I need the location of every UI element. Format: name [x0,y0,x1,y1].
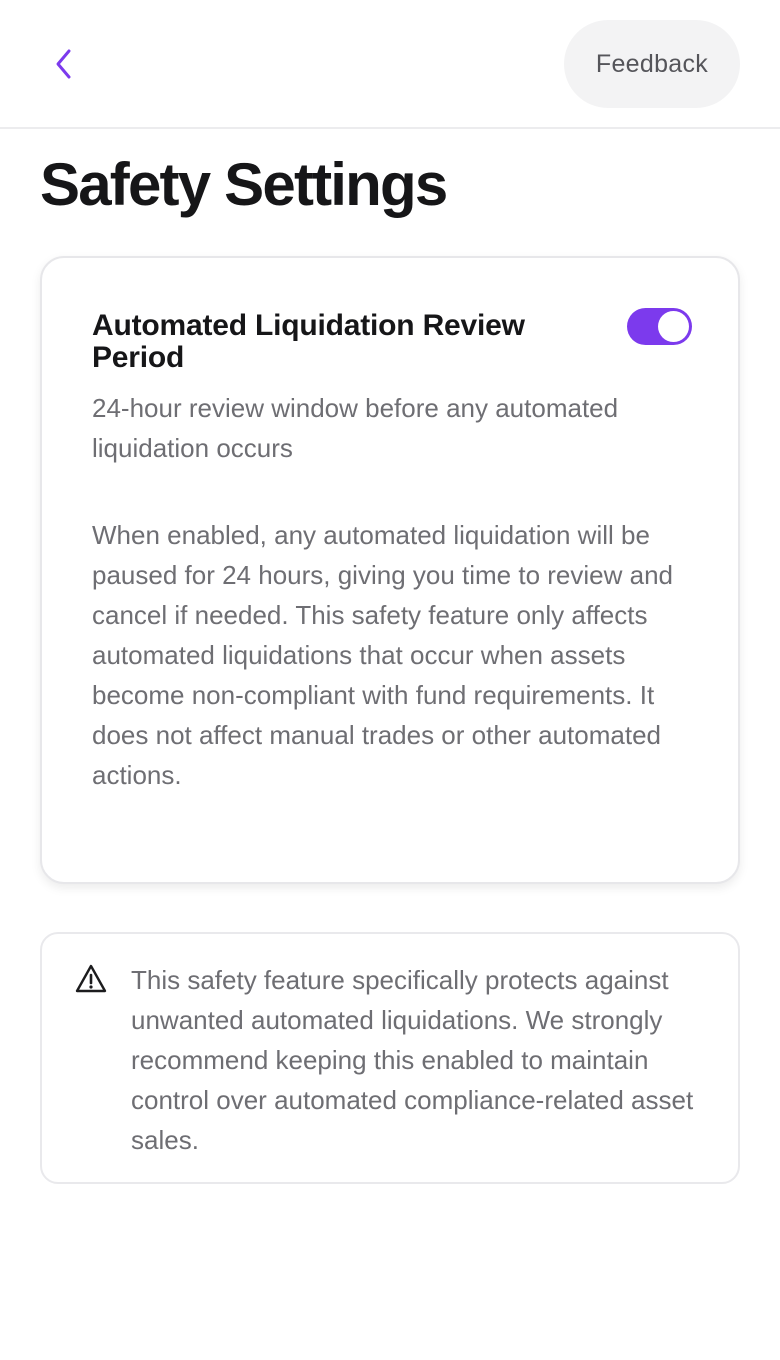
setting-description: When enabled, any automated liquidation … [92,520,674,790]
warning-triangle-icon [75,964,107,993]
top-bar: Feedback [0,0,780,129]
review-period-setting-card: Automated Liquidation Review Period 24-h… [40,256,740,884]
chevron-left-icon [56,49,71,79]
notice-text: This safety feature specifically protect… [131,965,694,1155]
setting-title: Automated Liquidation Review Period [92,309,525,374]
safety-notice: This safety feature specifically protect… [40,932,740,1184]
page-title: Safety Settings [40,151,448,218]
setting-subtitle: 24-hour review window before any automat… [92,393,619,463]
back-button[interactable] [40,40,88,88]
review-period-toggle[interactable] [627,308,692,345]
toggle-knob [658,311,689,342]
feedback-button[interactable]: Feedback [564,20,740,108]
